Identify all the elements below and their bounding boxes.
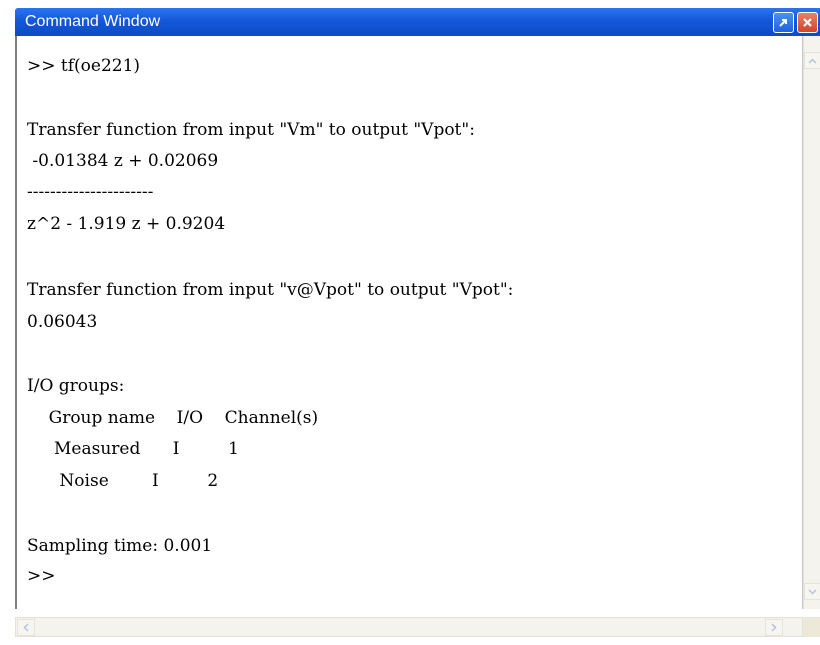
- window-title: Command Window: [25, 13, 161, 30]
- console-line: -0.01384 z + 0.02069: [27, 151, 219, 171]
- scroll-up-arrow-icon: [808, 57, 817, 64]
- console-line: Transfer function from input "Vm" to out…: [27, 120, 475, 140]
- console-line: ----------------------: [27, 182, 154, 202]
- console-line: Noise I 2: [27, 471, 219, 491]
- console-line: 0.06043: [27, 312, 98, 332]
- console-line: I/O groups:: [27, 376, 125, 396]
- scroll-down-button[interactable]: [804, 583, 820, 600]
- undock-arrow-icon: [779, 19, 787, 27]
- console-line: >> tf(oe221): [27, 56, 141, 76]
- scroll-up-button[interactable]: [804, 52, 820, 69]
- scroll-left-arrow-icon: [23, 623, 29, 632]
- horizontal-scrollbar[interactable]: [15, 617, 803, 637]
- command-window: Command Window >> tf(oe221) Transfer fun…: [0, 0, 820, 645]
- scroll-down-arrow-icon: [808, 588, 817, 595]
- console-output[interactable]: >> tf(oe221) Transfer function from inpu…: [15, 36, 803, 609]
- scroll-right-arrow-icon: [771, 623, 777, 632]
- horizontal-scrollbar-area: [15, 609, 820, 645]
- title-bar[interactable]: Command Window: [15, 8, 820, 36]
- vertical-scrollbar[interactable]: [803, 36, 820, 609]
- console-line: z^2 - 1.919 z + 0.9204: [27, 214, 226, 234]
- console-line: Group name I/O Channel(s): [27, 408, 319, 428]
- undock-button[interactable]: [773, 12, 794, 33]
- close-x-icon: [803, 18, 812, 27]
- console-line: Measured I 1: [27, 439, 239, 459]
- scroll-right-button[interactable]: [765, 619, 783, 636]
- close-button[interactable]: [797, 12, 818, 33]
- console-line: Sampling time: 0.001: [27, 536, 213, 556]
- scroll-left-button[interactable]: [17, 619, 35, 636]
- scrollbar-corner: [803, 617, 820, 637]
- command-prompt[interactable]: >>: [27, 566, 56, 586]
- console-line: Transfer function from input "v@Vpot" to…: [27, 280, 514, 300]
